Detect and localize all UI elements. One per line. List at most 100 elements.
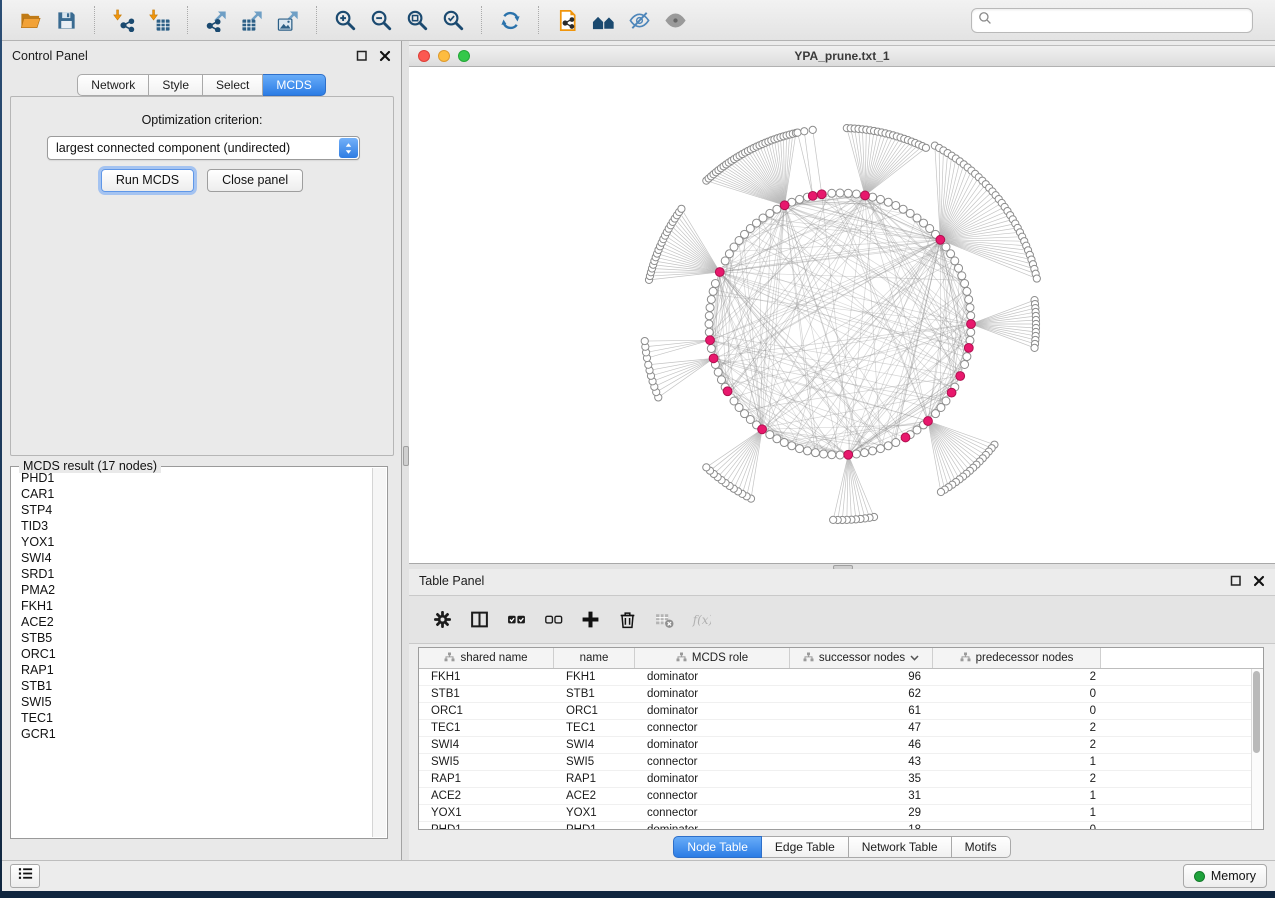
network-leaf-node[interactable] xyxy=(1031,344,1038,351)
network-node[interactable] xyxy=(766,209,774,217)
network-leaf-node[interactable] xyxy=(1033,275,1040,282)
table-row[interactable]: RAP1RAP1dominator352 xyxy=(419,771,1252,788)
table-scrollbar[interactable] xyxy=(1251,669,1263,829)
network-node[interactable] xyxy=(796,195,804,203)
network-node[interactable] xyxy=(955,264,963,272)
export-image-icon[interactable] xyxy=(275,7,301,33)
network-overview-icon[interactable] xyxy=(590,7,616,33)
network-node[interactable] xyxy=(967,312,975,320)
memory-button[interactable]: Memory xyxy=(1183,864,1267,888)
search-input[interactable] xyxy=(996,12,1246,28)
table-row[interactable]: ORC1ORC1dominator610 xyxy=(419,703,1252,720)
import-network-icon[interactable] xyxy=(110,7,136,33)
network-node[interactable] xyxy=(705,312,713,320)
table-row[interactable]: STB1STB1dominator620 xyxy=(419,686,1252,703)
network-node[interactable] xyxy=(876,445,884,453)
mcds-result-item[interactable]: FKH1 xyxy=(12,598,373,614)
network-node[interactable] xyxy=(951,257,959,265)
mcds-hub-node[interactable] xyxy=(817,190,826,199)
network-node[interactable] xyxy=(963,287,971,295)
network-node[interactable] xyxy=(773,205,781,213)
zoom-in-icon[interactable] xyxy=(332,7,358,33)
zoom-selected-icon[interactable] xyxy=(440,7,466,33)
network-node[interactable] xyxy=(892,201,900,209)
network-node[interactable] xyxy=(707,295,715,303)
network-node[interactable] xyxy=(730,397,738,405)
network-node[interactable] xyxy=(803,447,811,455)
select-all-rows-icon[interactable] xyxy=(503,607,529,633)
network-leaf-node[interactable] xyxy=(809,126,816,133)
mcds-result-item[interactable]: SWI4 xyxy=(12,550,373,566)
network-canvas[interactable] xyxy=(409,67,1275,564)
network-node[interactable] xyxy=(773,435,781,443)
mcds-hub-node[interactable] xyxy=(967,320,976,329)
mcds-hub-node[interactable] xyxy=(901,433,910,442)
mcds-result-item[interactable]: SRD1 xyxy=(12,566,373,582)
mcds-result-item[interactable]: STB1 xyxy=(12,678,373,694)
network-node[interactable] xyxy=(876,195,884,203)
mcds-result-item[interactable]: TEC1 xyxy=(12,710,373,726)
network-node[interactable] xyxy=(828,451,836,459)
table-row[interactable]: FKH1FKH1dominator962 xyxy=(419,669,1252,686)
table-row[interactable]: PHD1PHD1dominator180 xyxy=(419,822,1252,829)
network-node[interactable] xyxy=(884,198,892,206)
zoom-fit-icon[interactable] xyxy=(404,7,430,33)
network-leaf-node[interactable] xyxy=(830,516,837,523)
network-node[interactable] xyxy=(963,353,971,361)
mcds-hub-node[interactable] xyxy=(844,450,853,459)
close-table-panel-icon[interactable] xyxy=(1253,575,1265,587)
network-leaf-node[interactable] xyxy=(937,488,944,495)
network-graph[interactable] xyxy=(409,67,1275,564)
network-node[interactable] xyxy=(780,439,788,447)
mcds-hub-node[interactable] xyxy=(723,387,732,396)
network-node[interactable] xyxy=(811,449,819,457)
network-leaf-node[interactable] xyxy=(678,205,685,212)
mcds-hub-node[interactable] xyxy=(861,191,870,200)
network-node[interactable] xyxy=(958,272,966,280)
mcds-hub-node[interactable] xyxy=(780,201,789,210)
network-node[interactable] xyxy=(721,257,729,265)
network-node[interactable] xyxy=(707,345,715,353)
network-node[interactable] xyxy=(967,328,975,336)
network-node[interactable] xyxy=(931,410,939,418)
show-columns-icon[interactable] xyxy=(466,607,492,633)
network-leaf-node[interactable] xyxy=(922,144,929,151)
table-tab-node-table[interactable]: Node Table xyxy=(673,836,762,858)
mcds-hub-node[interactable] xyxy=(706,336,715,345)
add-column-icon[interactable] xyxy=(577,607,603,633)
mcds-result-item[interactable]: CAR1 xyxy=(12,486,373,502)
network-leaf-node[interactable] xyxy=(801,128,808,135)
document-share-icon[interactable] xyxy=(554,7,580,33)
mcds-hub-node[interactable] xyxy=(947,388,956,397)
mcds-hub-node[interactable] xyxy=(808,191,817,200)
mcds-result-item[interactable]: ACE2 xyxy=(12,614,373,630)
network-node[interactable] xyxy=(717,376,725,384)
mcds-hub-node[interactable] xyxy=(709,354,718,363)
table-tab-edge-table[interactable]: Edge Table xyxy=(762,836,849,858)
mcds-result-item[interactable]: ORC1 xyxy=(12,646,373,662)
table-settings-gear-icon[interactable] xyxy=(429,607,455,633)
open-file-icon[interactable] xyxy=(17,7,43,33)
network-node[interactable] xyxy=(852,450,860,458)
export-network-icon[interactable] xyxy=(203,7,229,33)
float-table-panel-icon[interactable] xyxy=(1230,575,1242,587)
table-row[interactable]: SWI5SWI5connector431 xyxy=(419,754,1252,771)
network-node[interactable] xyxy=(852,190,860,198)
network-node[interactable] xyxy=(966,304,974,312)
mcds-hub-node[interactable] xyxy=(924,417,933,426)
float-panel-icon[interactable] xyxy=(356,50,368,62)
table-tab-motifs[interactable]: Motifs xyxy=(952,836,1011,858)
deselect-all-rows-icon[interactable] xyxy=(540,607,566,633)
network-node[interactable] xyxy=(828,189,836,197)
mcds-result-item[interactable]: STP4 xyxy=(12,502,373,518)
column-header-name[interactable]: name xyxy=(554,648,635,668)
network-node[interactable] xyxy=(965,295,973,303)
mcds-hub-node[interactable] xyxy=(715,268,724,277)
network-node[interactable] xyxy=(844,189,852,197)
tab-network[interactable]: Network xyxy=(77,74,149,96)
network-leaf-node[interactable] xyxy=(794,129,801,136)
mcds-hub-node[interactable] xyxy=(758,425,767,434)
network-node[interactable] xyxy=(869,447,877,455)
column-header-successor-nodes[interactable]: successor nodes xyxy=(790,648,933,668)
mcds-result-item[interactable]: STB5 xyxy=(12,630,373,646)
